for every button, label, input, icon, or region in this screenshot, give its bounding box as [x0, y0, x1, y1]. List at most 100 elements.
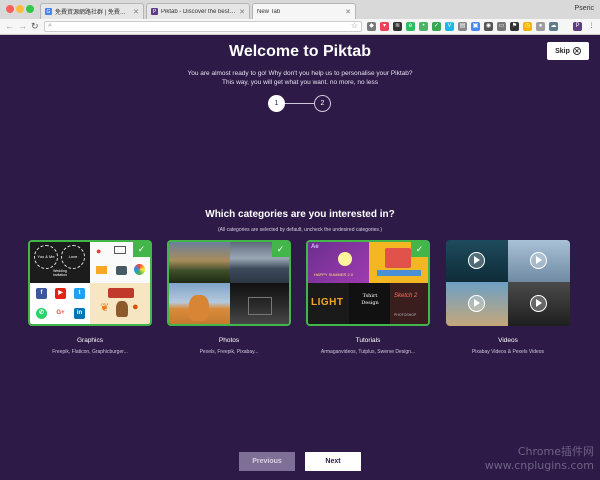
watermark: Chrome插件网 www.cnplugins.com — [485, 445, 594, 473]
photo-dark-interior — [230, 283, 289, 324]
previous-button[interactable]: Previous — [239, 452, 295, 471]
forward-arrow-icon[interactable]: → — [18, 21, 27, 32]
chat-icon — [96, 266, 107, 274]
camera-icon — [116, 266, 127, 275]
stack-icon[interactable]: ▤ — [458, 22, 467, 31]
selected-check-icon: ✓ — [133, 242, 150, 257]
counter-shape — [377, 270, 421, 276]
browser-tab[interactable]: G 免費資源網路社群 | 免費資源指 ✕ — [40, 3, 144, 19]
browser-tab-active[interactable]: New Tab ✕ — [252, 3, 356, 20]
video-thumb-city-bw — [508, 282, 570, 326]
pocket-icon[interactable]: ▾ — [380, 22, 389, 31]
reload-icon[interactable]: ↻ — [31, 21, 39, 32]
after-effects-label: Ae — [311, 244, 319, 250]
minimize-window-button[interactable] — [16, 5, 24, 13]
ribbon-banner-icon — [108, 288, 134, 298]
next-button[interactable]: Next — [305, 452, 361, 471]
globe-icon[interactable]: ● — [536, 22, 545, 31]
shield-icon[interactable]: ◆ — [367, 22, 376, 31]
youtube-icon: ▶ — [55, 288, 66, 299]
graphics-tile-social: f ▶ t ✆ G+ in — [30, 283, 90, 324]
category-sources-tutorials: Armaganvideos, Tutplus, Swerve Design... — [320, 349, 416, 355]
step-indicator-1: 1 — [268, 95, 285, 112]
skip-button[interactable]: Skip ✕ — [547, 42, 589, 60]
color-wheel-icon — [134, 264, 145, 275]
category-card-tutorials[interactable]: Ae HAPPY SUMMER 2.0 LIGHT Tshirt Design … — [306, 240, 430, 326]
doorway-shape — [248, 297, 272, 315]
clock-icon[interactable]: ◷ — [523, 22, 532, 31]
vimeo-icon[interactable]: V — [445, 22, 454, 31]
category-title-tutorials: Tutorials — [355, 337, 381, 344]
search-icon: ⌕ — [48, 22, 52, 29]
flag-icon[interactable]: ⚑ — [510, 22, 519, 31]
monitor-icon — [114, 246, 126, 254]
play-icon — [530, 295, 547, 312]
categories-note: (All categories are selected by default,… — [218, 227, 382, 233]
video-thumb-snow-forest — [508, 240, 570, 282]
ghost-icon[interactable]: ◉ — [484, 22, 493, 31]
selected-check-icon: ✓ — [272, 242, 289, 257]
photo-cat — [169, 283, 230, 324]
skip-label: Skip — [555, 47, 570, 55]
category-title-graphics: Graphics — [76, 337, 103, 344]
pumpkin-icon: ● — [132, 301, 139, 313]
pushbullet-icon[interactable]: • — [419, 22, 428, 31]
tab-favicon-icon: G — [45, 8, 52, 15]
bookmark-star-icon[interactable]: ☆ — [351, 21, 358, 30]
browser-toolbar: ← → ↻ ⌕ ☆ ◆ ▾ ≋ e • ✓ V ▤ ▣ ◉ ▭ ⚑ ◷ ● ☁ … — [0, 19, 600, 35]
tshirt-design-text: Tshirt Design — [361, 293, 379, 306]
photo-landscape-sunset — [169, 242, 230, 283]
cloud-icon[interactable]: ☁ — [549, 22, 558, 31]
layers-icon[interactable]: ≋ — [393, 22, 402, 31]
cat-figure — [189, 295, 209, 321]
storefront-icon — [385, 248, 411, 268]
back-arrow-icon[interactable]: ← — [5, 21, 14, 32]
leaf-icon: ❦ — [100, 302, 110, 314]
play-icon — [468, 295, 485, 312]
step-indicator-2: 2 — [314, 95, 331, 112]
profile-name[interactable]: Pseric — [575, 5, 594, 12]
graphics-tile-autumn: ❦ ● — [90, 283, 150, 324]
selected-check-icon: ✓ — [411, 242, 428, 257]
close-circle-icon: ✕ — [572, 47, 581, 55]
intro-text: You are almost ready to go! Why don't yo… — [0, 69, 600, 87]
tutorial-tile-after-effects: Ae HAPPY SUMMER 2.0 — [308, 242, 369, 283]
tab-label: Piktab - Discover the best gra — [161, 8, 237, 15]
maximize-window-button[interactable] — [26, 5, 34, 13]
wedding-invitation-text: Wedding Invitation — [52, 269, 67, 277]
category-card-photos[interactable]: ✓ — [167, 240, 291, 326]
category-card-videos[interactable] — [446, 240, 570, 326]
sun-icon — [338, 252, 352, 266]
close-window-button[interactable] — [6, 5, 14, 13]
address-bar[interactable]: ⌕ ☆ — [44, 21, 362, 32]
graphics-tile-badges: You & Me Love Wedding Invitation — [30, 242, 90, 283]
category-card-graphics[interactable]: You & Me Love Wedding Invitation ● f ▶ t… — [28, 240, 152, 326]
evernote-icon[interactable]: e — [406, 22, 415, 31]
facebook-icon: f — [36, 288, 47, 299]
owl-icon — [116, 301, 128, 317]
tab-label: New Tab — [257, 9, 281, 15]
tab-favicon-icon: P — [151, 8, 158, 15]
tab-label: 免費資源網路社群 | 免費資源指 — [55, 10, 131, 16]
tab-close-icon[interactable]: ✕ — [239, 8, 245, 16]
sketch-text-effect: Sketch 2 — [394, 293, 418, 299]
happy-summer-label: HAPPY SUMMER 2.0 — [314, 272, 354, 277]
browser-tab[interactable]: P Piktab - Discover the best gra ✕ — [146, 3, 250, 19]
piktab-icon[interactable]: P — [573, 22, 582, 31]
video-thumb-underwater — [446, 240, 508, 282]
tab-close-icon[interactable]: ✕ — [345, 8, 351, 16]
watermark-line-2: www.cnplugins.com — [484, 459, 594, 472]
menu-icon[interactable]: ⋮ — [587, 22, 596, 31]
tab-close-icon[interactable]: ✕ — [133, 8, 139, 16]
category-sources-photos: Pexels, Freepik, Pixabay... — [199, 349, 259, 355]
page-title: Welcome to Piktab — [229, 43, 371, 60]
tab-strip: G 免費資源網路社群 | 免費資源指 ✕ P Piktab - Discover… — [0, 0, 600, 20]
intro-line-2: This way, you will get what you want. no… — [222, 79, 378, 86]
step-connector — [285, 103, 314, 104]
light-text-effect: LIGHT — [311, 297, 344, 308]
cast-icon[interactable]: ▭ — [497, 22, 506, 31]
check-icon[interactable]: ✓ — [432, 22, 441, 31]
puzzle-icon[interactable]: ▣ — [471, 22, 480, 31]
twitter-icon: t — [74, 288, 85, 299]
play-icon — [530, 252, 547, 269]
